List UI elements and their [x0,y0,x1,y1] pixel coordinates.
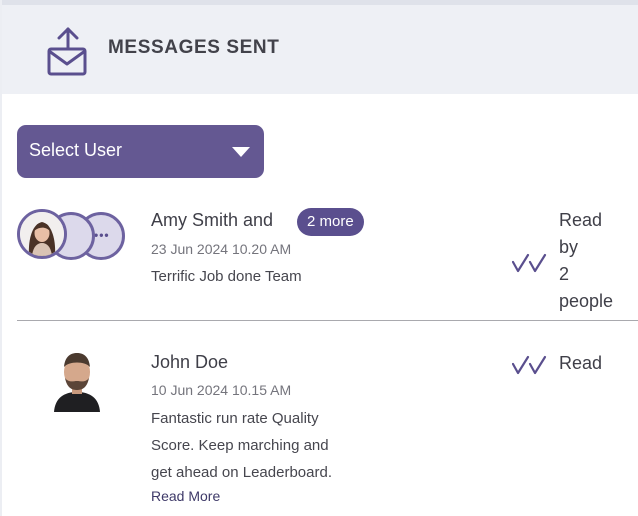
read-status: Read [559,350,602,377]
read-status-line: Read [559,353,603,373]
message-date: 10 Jun 2024 10.15 AM [151,382,292,398]
select-user-label: Select User [29,140,123,160]
sender-name: John Doe [151,352,229,372]
message-text-line: Score. Keep marching and [151,437,329,454]
read-status-line: by [559,237,579,257]
user-photo-icon [20,212,64,256]
read-status-line: people [559,291,614,311]
select-user-dropdown[interactable]: Select User [17,125,264,178]
message-date: 23 Jun 2024 10.20 AM [151,241,292,257]
outbox-envelope-icon [47,27,87,76]
caret-down-icon [232,147,250,157]
more-dots-icon: ••• [94,228,110,242]
panel-header: MESSAGES SENT [2,5,638,94]
read-status-line: Read [559,210,603,230]
more-recipients-badge[interactable]: 2 more [297,208,364,236]
page-title: MESSAGES SENT [108,37,280,58]
read-status: Read by 2 people [559,207,613,315]
double-check-icon [512,355,547,375]
message-text-line: Fantastic run rate Quality [151,410,319,427]
avatar [54,353,100,412]
message-text-line: get ahead on Leaderboard. [151,464,332,481]
message-text: Terrific Job done Team [151,268,302,285]
message-text: Fantastic run rate Quality Score. Keep m… [151,405,381,486]
divider [17,320,638,321]
read-status-line: 2 [559,264,570,284]
sender-name: Amy Smith and [151,210,274,230]
avatar [17,209,67,259]
read-more-link[interactable]: Read More [151,488,220,504]
double-check-icon [512,253,547,273]
